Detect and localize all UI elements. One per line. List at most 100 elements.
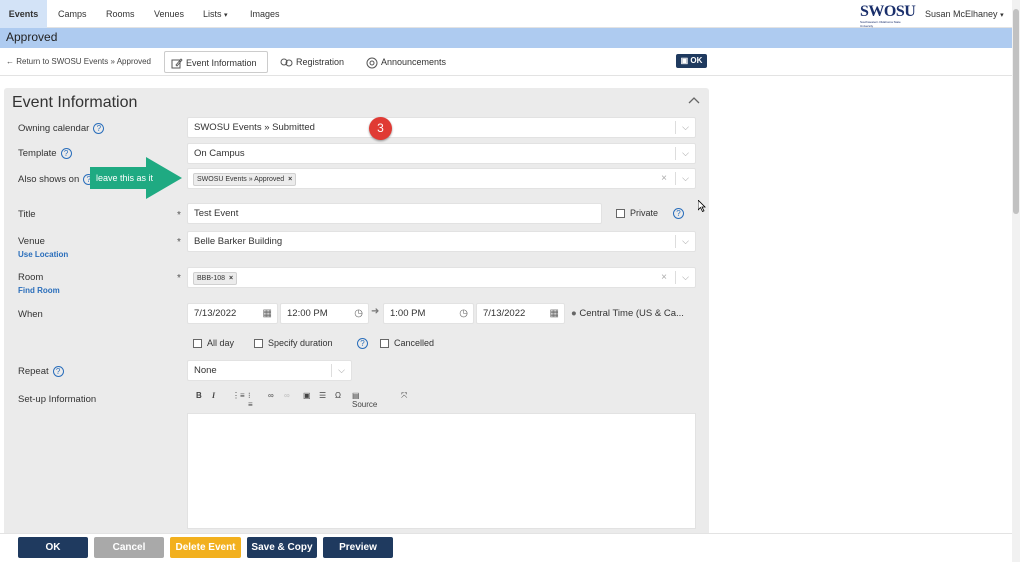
- end-time-input[interactable]: 1:00 PM ◷: [383, 303, 474, 324]
- registration-icon: [280, 58, 293, 67]
- help-icon[interactable]: ?: [673, 208, 684, 219]
- owning-calendar-label: Owning calendar?: [18, 123, 105, 134]
- top-nav: Events Camps Rooms Venues Lists ▾ Images…: [0, 0, 1012, 28]
- owning-calendar-value: SWOSU Events » Submitted: [194, 122, 315, 133]
- specify-duration-checkbox[interactable]: Specify duration: [254, 338, 333, 349]
- caret-down-icon: ▾: [224, 12, 228, 19]
- repeat-text: Repeat: [18, 366, 49, 378]
- remove-chip-icon[interactable]: ×: [288, 176, 292, 183]
- save-icon: ▣: [680, 56, 689, 65]
- title-input[interactable]: Test Event: [187, 203, 602, 224]
- use-location-link[interactable]: Use Location: [18, 250, 68, 259]
- maximize-icon[interactable]: ⤧: [401, 391, 407, 401]
- calendar-chip: SWOSU Events » Approved ×: [193, 173, 297, 186]
- save-copy-button[interactable]: Save & Copy: [247, 537, 317, 558]
- venue-label: Venue: [18, 236, 45, 247]
- help-icon[interactable]: ?: [93, 123, 105, 134]
- source-button[interactable]: ▤ Source: [352, 391, 377, 409]
- user-menu[interactable]: Susan McElhaney ▾: [925, 0, 1004, 28]
- help-icon[interactable]: ?: [60, 148, 72, 159]
- clock-icon[interactable]: ◷: [354, 304, 363, 323]
- private-label: Private: [630, 208, 659, 218]
- template-text: Template: [18, 148, 57, 160]
- annotation-text: leave this as it: [96, 173, 154, 183]
- cancelled-checkbox[interactable]: Cancelled: [380, 338, 435, 349]
- nav-images[interactable]: Images: [250, 0, 280, 28]
- repeat-select[interactable]: None ⌵: [187, 360, 352, 381]
- room-select[interactable]: BBB-108 × × ⌵: [187, 267, 696, 288]
- source-label: Source: [352, 400, 378, 409]
- template-select[interactable]: On Campus ⌵: [187, 143, 696, 164]
- preview-button[interactable]: Preview: [323, 537, 393, 558]
- delete-event-button[interactable]: Delete Event: [170, 537, 241, 558]
- chevron-down-icon: ⌵: [675, 121, 695, 134]
- end-date-value: 7/13/2022: [483, 308, 526, 319]
- tab-registration[interactable]: Registration: [274, 51, 350, 73]
- cancelled-label: Cancelled: [394, 338, 435, 348]
- help-icon[interactable]: ?: [357, 338, 368, 349]
- start-date-input[interactable]: 7/13/2022 ▦: [187, 303, 278, 324]
- setup-information-label: Set-up Information: [18, 394, 97, 405]
- venue-select[interactable]: Belle Barker Building ⌵: [187, 231, 696, 252]
- timezone-select[interactable]: ● Central Time (US & Ca...: [571, 308, 684, 319]
- owning-calendar-select[interactable]: SWOSU Events » Submitted ⌵: [187, 117, 696, 138]
- required-marker: *: [177, 237, 181, 248]
- italic-icon[interactable]: I: [212, 391, 215, 400]
- swosu-logo[interactable]: SWOSU Southwestern Oklahoma State Univer…: [860, 4, 916, 29]
- horizontal-rule-icon[interactable]: ☰: [319, 391, 326, 400]
- also-shows-on-select[interactable]: SWOSU Events » Approved × × ⌵: [187, 168, 696, 189]
- clear-icon[interactable]: ×: [661, 268, 667, 287]
- checkbox-box: [254, 339, 263, 349]
- nav-venues[interactable]: Venues: [154, 0, 184, 28]
- user-name: Susan McElhaney: [925, 9, 998, 19]
- chevron-up-icon[interactable]: [688, 96, 700, 107]
- tab-event-information[interactable]: Event Information: [164, 51, 268, 73]
- all-day-label: All day: [207, 338, 235, 348]
- checkbox-box: [616, 209, 625, 219]
- arrow-right-icon: ➜: [371, 306, 380, 317]
- find-room-link[interactable]: Find Room: [18, 286, 60, 295]
- all-day-checkbox[interactable]: All day: [193, 338, 235, 349]
- edit-icon: [171, 58, 183, 69]
- image-icon[interactable]: ▣: [303, 391, 311, 400]
- chevron-down-icon: ⌵: [675, 271, 695, 284]
- tab-announcements[interactable]: Announcements: [360, 51, 452, 73]
- required-marker: *: [177, 273, 181, 284]
- tab-label: Registration: [296, 57, 345, 67]
- calendar-icon[interactable]: ▦: [263, 304, 272, 323]
- nav-events[interactable]: Events: [0, 0, 47, 28]
- ok-button[interactable]: OK: [18, 537, 88, 558]
- bullet-list-icon[interactable]: ⁝≡: [248, 391, 253, 409]
- cancel-button[interactable]: Cancel: [94, 537, 164, 558]
- chevron-down-icon: ⌵: [675, 147, 695, 160]
- help-icon[interactable]: ?: [52, 366, 64, 377]
- step-badge: 3: [369, 117, 392, 140]
- start-time-input[interactable]: 12:00 PM ◷: [280, 303, 369, 324]
- setup-information-editor[interactable]: [187, 413, 696, 529]
- bold-icon[interactable]: B: [196, 391, 202, 400]
- scroll-thumb[interactable]: [1013, 9, 1019, 214]
- repeat-value: None: [194, 365, 217, 376]
- link-icon[interactable]: ∞: [268, 391, 274, 400]
- private-checkbox[interactable]: Private: [616, 208, 659, 219]
- return-link-label: Return to SWOSU Events » Approved: [16, 57, 151, 66]
- clear-icon[interactable]: ×: [661, 169, 667, 188]
- nav-lists[interactable]: Lists ▾: [203, 0, 228, 28]
- ok-top-button[interactable]: ▣ OK: [676, 54, 707, 68]
- template-value: On Campus: [194, 148, 245, 159]
- nav-rooms[interactable]: Rooms: [106, 0, 135, 28]
- numbered-list-icon[interactable]: ⋮≡: [232, 391, 245, 400]
- nav-camps[interactable]: Camps: [58, 0, 87, 28]
- calendar-icon[interactable]: ▦: [550, 304, 559, 323]
- return-link[interactable]: ← Return to SWOSU Events » Approved: [6, 57, 151, 66]
- tab-label: Announcements: [381, 57, 447, 67]
- status-text: Approved: [6, 30, 58, 44]
- end-date-input[interactable]: 7/13/2022 ▦: [476, 303, 565, 324]
- remove-chip-icon[interactable]: ×: [229, 275, 233, 282]
- template-label: Template?: [18, 148, 72, 159]
- special-character-icon[interactable]: Ω: [335, 391, 341, 400]
- at-icon: [366, 57, 378, 69]
- unlink-icon[interactable]: ∞: [284, 391, 290, 400]
- chip-label: BBB-108: [197, 275, 226, 282]
- clock-icon[interactable]: ◷: [459, 304, 468, 323]
